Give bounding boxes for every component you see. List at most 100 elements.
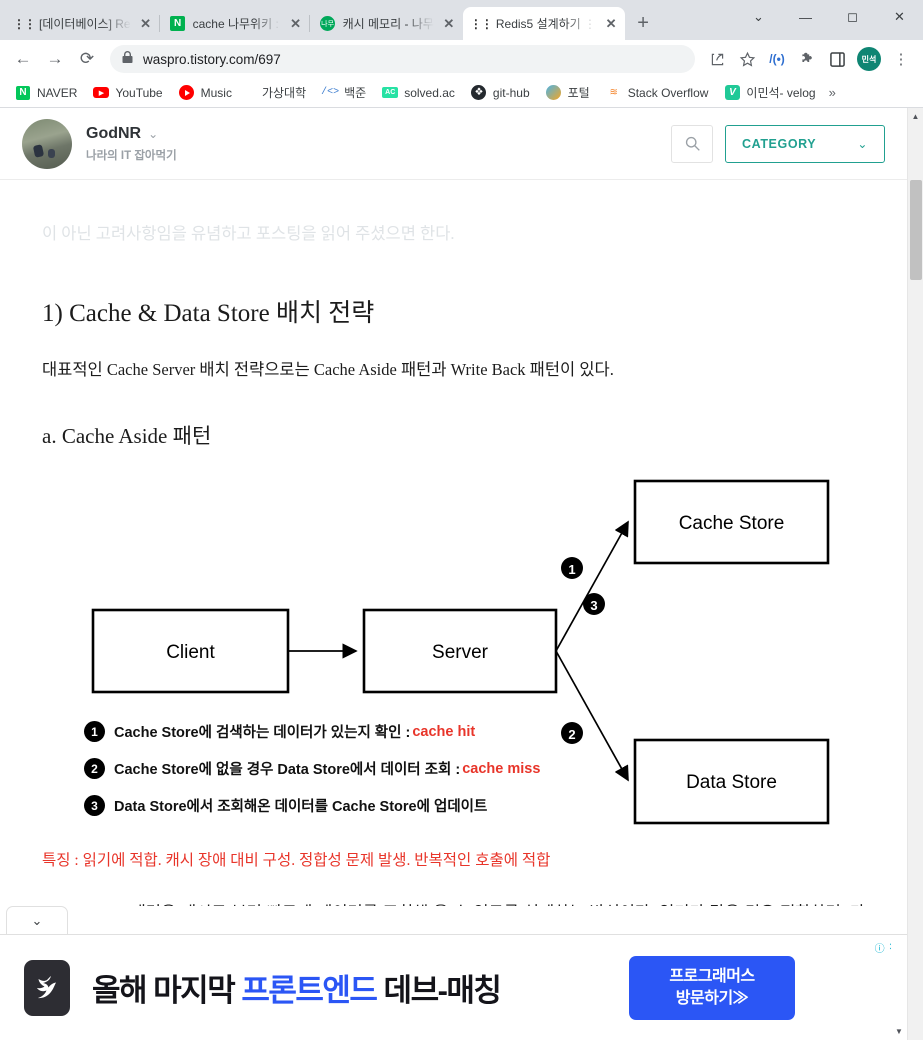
svg-text:2: 2 <box>568 727 575 742</box>
bookmark-label: 가상대학 <box>261 86 307 100</box>
address-bar[interactable]: waspro.tistory.com/697 <box>110 45 695 73</box>
side-panel-icon[interactable] <box>823 45 851 73</box>
ad-body[interactable]: ⓘ ✕ 올해 마지막 프론트엔드 데브-매칭 프로그래머스 방문하기≫ ▼ <box>0 934 907 1040</box>
ad-cta-line1: 프로그래머스 <box>669 968 755 986</box>
bookmark-velog[interactable]: V 이민석- velog <box>717 81 822 104</box>
legend-accent: cache miss <box>462 760 541 777</box>
stackoverflow-icon: ≋ <box>609 87 618 98</box>
code-icon: /<> <box>321 87 340 98</box>
cache-aside-diagram: Cache Store Data Store Client Server 1 3… <box>42 468 865 840</box>
close-window-button[interactable]: ✕ <box>876 0 923 34</box>
subsection-heading: a. Cache Aside 패턴 <box>42 424 212 449</box>
bookmark-label: Music <box>200 85 232 100</box>
bookmark-github[interactable]: ❖ git-hub <box>464 82 537 104</box>
tab-title: [데이터베이스] Re <box>39 17 131 31</box>
search-button[interactable] <box>671 124 713 163</box>
web-page: 이 아닌 고려사항임을 유념하고 포스팅을 읽어 주셨으면 한다. GodNR … <box>0 108 907 1040</box>
bookmark-label: 이민석- velog <box>746 86 816 100</box>
avatar[interactable] <box>22 118 72 169</box>
ad-banner: ⌄ ⓘ ✕ 올해 마지막 프론트엔드 데브-매칭 프로그래머스 방문하기≫ ▼ <box>0 906 907 1040</box>
namu-green-icon: 나무 <box>320 16 336 32</box>
chrome-menu-icon[interactable]: ⋮ <box>887 45 915 73</box>
scroll-up-icon[interactable]: ▲ <box>908 108 923 125</box>
browser-tab-3[interactable]: 나무 캐시 메모리 - 나무 ✕ <box>308 7 463 40</box>
close-icon[interactable]: ✕ <box>138 16 154 32</box>
puzzle-extension-icon[interactable] <box>793 45 821 73</box>
reload-button[interactable]: ⟳ <box>72 44 102 74</box>
browser-tab-4-active[interactable]: ⋮⋮ Redis5 설계하기 ⋮ ✕ <box>462 7 626 40</box>
ad-headline-part2: 데브-매칭 <box>376 973 502 1008</box>
close-icon[interactable]: ✕ <box>603 16 619 32</box>
diagram-legend: 1 Cache Store에 검색하는 데이터가 있는지 확인 : cache … <box>84 721 541 817</box>
forward-button[interactable]: → <box>40 44 70 74</box>
bookmark-label: solved.ac <box>404 85 455 100</box>
bookmark-music[interactable]: Music <box>172 82 239 104</box>
bird-icon <box>24 959 70 1016</box>
browser-tab-2[interactable]: N cache 나무위키 : ✕ <box>158 7 310 40</box>
bookmark-label: 포털 <box>567 86 590 100</box>
bookmark-label: git-hub <box>492 85 530 100</box>
highlight-line: 특징 : 읽기에 적합. 캐시 장애 대비 구성. 정합성 문제 발생. 반복적… <box>42 852 551 870</box>
bookmark-youtube[interactable]: ▶ YouTube <box>86 82 169 104</box>
minimize-button[interactable]: — <box>782 0 829 34</box>
bookmark-baekjoon[interactable]: /<> 백준 <box>315 81 373 104</box>
navigation-toolbar: ← → ⟳ waspro.tistory.com/697 /(•) 민석 ⋮ <box>0 40 923 78</box>
back-button[interactable]: ← <box>8 44 38 74</box>
translate-extension-icon[interactable]: /(•) <box>763 45 791 73</box>
category-dropdown[interactable]: CATEGORY ⌄ <box>725 124 885 163</box>
youtube-music-icon <box>179 85 195 101</box>
bookmark-label: 백준 <box>344 86 367 100</box>
bookmark-portal[interactable]: 포털 <box>539 81 597 104</box>
bookmarks-overflow-icon[interactable]: » <box>825 85 840 100</box>
search-icon <box>685 136 700 151</box>
tistory-icon: ⋮⋮ <box>13 16 36 31</box>
tab-title: cache 나무위키 : <box>192 17 279 31</box>
bookmark-virtual-university[interactable]: 가상대학 <box>255 81 313 104</box>
profile-avatar[interactable]: 민석 <box>857 47 881 71</box>
browser-tab-1[interactable]: ⋮⋮ [데이터베이스] Re ✕ <box>6 7 160 40</box>
bookmark-stackoverflow[interactable]: ≋ Stack Overflow <box>599 82 716 104</box>
category-label: CATEGORY <box>742 136 817 151</box>
ad-collapse-button[interactable]: ⌄ <box>6 906 68 934</box>
solvedac-icon: AC <box>382 85 399 101</box>
ghost-scroll-text: 이 아닌 고려사항임을 유념하고 포스팅을 읽어 주셨으면 한다. <box>42 224 455 243</box>
maximize-button[interactable]: ◻ <box>829 0 876 34</box>
blog-author[interactable]: GodNR ⌄ <box>86 125 671 143</box>
article-content: 1) Cache & Data Store 배치 전략 대표적인 Cache S… <box>0 108 907 1020</box>
browser-window: ⋮⋮ [데이터베이스] Re ✕ N cache 나무위키 : ✕ 나무 캐시 … <box>0 0 923 1040</box>
collapse-tabs-icon[interactable]: ⌄ <box>735 0 782 34</box>
title-bar: ⋮⋮ [데이터베이스] Re ✕ N cache 나무위키 : ✕ 나무 캐시 … <box>0 0 923 40</box>
youtube-icon: ▶ <box>93 85 110 101</box>
edge-server-cache <box>555 520 629 652</box>
legend-badge: 1 <box>84 721 105 743</box>
legend-badge: 2 <box>84 758 105 780</box>
node-label-client: Client <box>166 642 215 663</box>
namu-icon: N <box>170 16 186 32</box>
blog-author-name: GodNR <box>86 124 142 142</box>
share-icon[interactable] <box>703 45 731 73</box>
chevron-down-icon[interactable]: ⌄ <box>148 127 158 141</box>
bookmark-naver[interactable]: N NAVER <box>8 82 84 104</box>
close-icon[interactable]: ✕ <box>288 16 304 32</box>
new-tab-button[interactable]: + <box>629 9 657 37</box>
ad-cta-button[interactable]: 프로그래머스 방문하기≫ <box>629 956 795 1020</box>
bookmark-label: Stack Overflow <box>627 85 709 100</box>
edge-server-data <box>555 650 629 782</box>
close-icon[interactable]: ✕ <box>441 16 457 32</box>
bookmark-star-icon[interactable] <box>733 45 761 73</box>
node-label-server: Server <box>432 642 489 663</box>
blog-identity: GodNR ⌄ 나라의 IT 잡아먹기 <box>86 125 671 163</box>
window-controls: ⌄ — ◻ ✕ <box>735 0 923 34</box>
bookmark-label: NAVER <box>37 85 78 100</box>
ad-headline-highlight: 프론트엔드 <box>241 973 378 1008</box>
tab-title: 캐시 메모리 - 나무 <box>342 17 434 31</box>
scrollbar-thumb[interactable] <box>910 180 922 280</box>
blog-subtitle: 나라의 IT 잡아먹기 <box>86 149 177 162</box>
scroll-down-icon[interactable]: ▼ <box>895 1027 903 1036</box>
legend-item-2: 2 Cache Store에 없을 경우 Data Store에서 데이터 조회… <box>84 758 541 780</box>
ad-info-icon[interactable]: ⓘ <box>875 940 885 955</box>
page-scrollbar[interactable]: ▲ <box>907 108 923 1040</box>
bookmark-solvedac[interactable]: AC solved.ac <box>375 82 462 104</box>
tistory-icon: ⋮⋮ <box>469 16 493 31</box>
legend-text: Data Store에서 조회해온 데이터를 Cache Store에 업데이트 <box>114 799 488 816</box>
